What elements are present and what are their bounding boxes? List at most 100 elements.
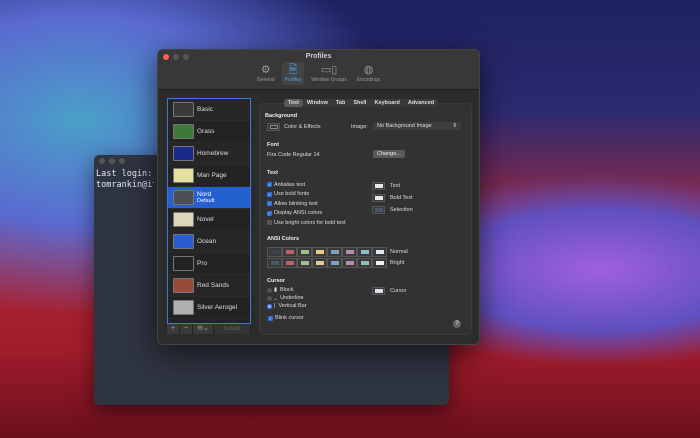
tab-text[interactable]: Text [284,99,303,107]
change-font-button[interactable]: Change... [373,150,405,158]
blink-cursor-checkbox[interactable]: ✓Blink cursor [268,314,304,322]
checkbox-checked-icon: ✓ [267,201,272,206]
profile-name: Nord [197,191,211,198]
toolbar-window-groups[interactable]: ▭▯Window Groups [308,62,350,85]
toolbar-label: General [257,77,275,83]
cursor-style-radio[interactable]: |Vertical Bar [267,302,307,310]
profile-name: Basic [197,106,213,113]
toolbar-encodings[interactable]: ◍Encodings [354,62,383,85]
help-button[interactable]: ? [453,320,461,328]
cursor-style-radio[interactable]: _Underline [267,294,307,302]
profile-name: Man Page [197,172,227,179]
profile-thumbnail [173,234,194,249]
profile-item[interactable]: Basic [168,99,250,121]
radio-icon [267,288,272,293]
terminal-output: Last login: Th tomrankin@itsw [94,167,154,193]
ansi-color-swatch[interactable] [282,247,297,257]
checkbox-unchecked-icon [267,220,272,225]
profile-list[interactable]: BasicGrassHomebrewMan PageNordDefaultNov… [167,98,251,324]
profile-thumbnail [173,124,194,139]
profile-item[interactable]: Silver Aerogel [168,297,250,319]
ansi-color-swatch[interactable] [357,247,372,257]
ansi-color-swatch[interactable] [327,258,342,268]
chevron-updown-icon: ⇕ [452,123,457,129]
checkbox-checked-icon: ✓ [267,192,272,197]
profile-item[interactable]: Homebrew [168,143,250,165]
window-title: Profiles [158,53,479,60]
color-swatch[interactable] [372,194,385,202]
ansi-color-swatch[interactable] [372,258,387,268]
cursor-shape-icon: | [274,303,275,309]
blink-cursor-label: Blink cursor [275,315,304,321]
ansi-row-label: Normal [390,249,408,255]
text-option-checkbox[interactable]: ✓Display ANSI colors [267,209,346,219]
cursor-heading: Cursor [267,278,285,284]
checkbox-checked-icon: ✓ [267,182,272,187]
profile-name: Grass [197,128,214,135]
profile-thumbnail [173,300,194,315]
cursor-shape-icon: ▮ [274,287,277,293]
profile-item[interactable]: Red Sands [168,275,250,297]
remove-profile-button[interactable]: − [180,324,193,334]
profile-item[interactable]: NordDefault [168,187,250,209]
background-color-swatch[interactable] [267,123,280,131]
profile-thumbnail [173,212,194,227]
text-option-checkbox[interactable]: ✓Use bold fonts [267,190,346,200]
ansi-color-swatch[interactable] [342,258,357,268]
text-option-checkbox[interactable]: Use bright colors for bold text [267,218,346,228]
color-effects-label: Color & Effects [284,124,321,130]
gear-icon: ⚙ [261,64,271,77]
color-swatch[interactable] [372,182,385,190]
swatch-label: Text [390,183,400,189]
swatch-label: Selection [390,207,413,213]
cursor-color-swatch[interactable] [372,287,385,295]
ansi-color-swatch[interactable] [327,247,342,257]
profile-item[interactable]: Grass [168,121,250,143]
profile-thumbnail [173,146,194,161]
ansi-color-swatch[interactable] [372,247,387,257]
ansi-color-swatch[interactable] [312,258,327,268]
ansi-color-swatch[interactable] [312,247,327,257]
profile-item[interactable]: Ocean [168,231,250,253]
ansi-color-swatch[interactable] [267,258,282,268]
text-option-label: Display ANSI colors [274,210,322,216]
text-option-checkbox[interactable]: ✓Antialias text [267,180,346,190]
add-profile-button[interactable]: + [167,324,180,334]
toolbar-general[interactable]: ⚙General [254,62,278,85]
swatch-label: Bold Text [390,195,413,201]
radio-icon [267,296,272,301]
tab-shell[interactable]: Shell [349,99,370,107]
profile-actions-menu[interactable]: ⊖⌄ [193,324,214,334]
ansi-color-swatch[interactable] [342,247,357,257]
ansi-color-swatch[interactable] [357,258,372,268]
minimize-button[interactable] [109,158,115,164]
ansi-colors-heading: ANSI Colors [267,236,299,242]
cursor-style-radio[interactable]: ▮Block [267,286,307,294]
background-image-select[interactable]: No Background Image⇕ [373,122,461,130]
zoom-button[interactable] [119,158,125,164]
set-default-button[interactable]: Default [214,324,251,334]
profile-item[interactable]: Pro [168,253,250,275]
ansi-color-swatch[interactable] [297,247,312,257]
default-badge: Default [197,198,214,204]
text-heading: Text [267,170,278,176]
image-label: Image: [351,124,368,130]
cursor-style-label: Underline [280,295,304,301]
profile-item[interactable]: Novel [168,209,250,231]
profile-item[interactable]: Man Page [168,165,250,187]
tab-window[interactable]: Window [303,99,332,107]
ansi-color-swatch[interactable] [267,247,282,257]
font-heading: Font [267,142,279,148]
ansi-color-swatch[interactable] [297,258,312,268]
color-swatch[interactable] [372,206,385,214]
tab-advanced[interactable]: Advanced [404,99,438,107]
toolbar-profiles[interactable]: 🗎Profiles [282,62,305,85]
toolbar-label: Profiles [285,77,302,83]
close-button[interactable] [99,158,105,164]
window-titlebar: Profiles ⚙General🗎Profiles▭▯Window Group… [158,50,479,90]
tab-keyboard[interactable]: Keyboard [370,99,403,107]
tab-tab[interactable]: Tab [332,99,349,107]
text-option-checkbox[interactable]: ✓Allow blinking text [267,199,346,209]
ansi-color-swatch[interactable] [282,258,297,268]
profile-name: Silver Aerogel [197,304,237,311]
